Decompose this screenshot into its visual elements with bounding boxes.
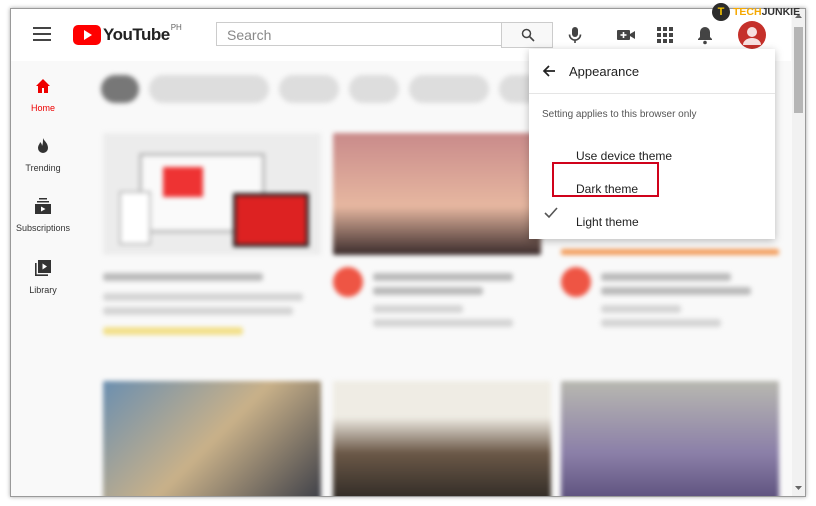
browser-frame: YouTube PH Search Home Trending Subscrip… (10, 8, 806, 497)
create-video-icon[interactable] (616, 25, 636, 45)
video-meta (601, 305, 681, 313)
video-thumbnail[interactable] (333, 381, 551, 496)
video-meta (373, 305, 463, 313)
fire-icon (38, 138, 48, 153)
channel-avatar[interactable] (333, 267, 363, 297)
logo-text: YouTube (103, 25, 170, 44)
watermark-text-tech: TECH (733, 6, 762, 18)
sidebar-item-label: Home (30, 103, 55, 113)
watermark-text-junkie: JUNKIE (761, 6, 801, 18)
library-icon (35, 260, 51, 276)
back-arrow-icon[interactable] (541, 63, 557, 79)
video-title[interactable] (601, 273, 731, 281)
video-meta (103, 307, 293, 315)
video-meta (103, 327, 243, 335)
scroll-down-arrow-icon[interactable] (792, 483, 805, 493)
filter-chip[interactable] (101, 75, 139, 103)
watermark-badge: T (712, 3, 730, 21)
techjunkie-watermark: T TECH JUNKIE (712, 3, 800, 21)
video-thumbnail[interactable] (561, 249, 779, 255)
logo-country-code: PH (170, 23, 182, 32)
filter-chip[interactable] (409, 75, 489, 103)
user-icon (743, 27, 761, 45)
apps-grid-icon[interactable] (655, 25, 675, 45)
channel-avatar[interactable] (561, 267, 591, 297)
microphone-icon[interactable] (565, 25, 585, 45)
youtube-play-icon (73, 25, 101, 45)
sidebar-item-library[interactable]: Library (11, 259, 75, 295)
filter-chip[interactable] (349, 75, 399, 103)
page-scrollbar[interactable] (792, 9, 805, 496)
appearance-menu: Appearance Setting applies to this brows… (529, 49, 775, 239)
hamburger-menu-icon[interactable] (33, 27, 51, 41)
video-title[interactable] (373, 287, 483, 295)
menu-title: Appearance (569, 64, 640, 79)
video-title[interactable] (373, 273, 513, 281)
account-avatar[interactable] (738, 21, 766, 49)
option-use-device-theme[interactable]: Use device theme (576, 149, 672, 163)
video-meta (601, 319, 721, 327)
sidebar-item-label: Subscriptions (15, 223, 71, 233)
divider (529, 93, 775, 94)
notifications-bell-icon[interactable] (695, 25, 715, 45)
video-meta (373, 319, 513, 327)
option-light-theme[interactable]: Light theme (576, 215, 639, 229)
highlight-box (552, 162, 659, 197)
search-icon (521, 28, 535, 42)
sidebar-item-home[interactable]: Home (11, 77, 75, 113)
subscriptions-icon (35, 198, 51, 214)
search-button[interactable] (501, 22, 553, 48)
video-thumbnail[interactable] (103, 133, 321, 255)
youtube-logo[interactable]: YouTube PH (73, 23, 182, 47)
filter-chip[interactable] (279, 75, 339, 103)
video-title[interactable] (601, 287, 751, 295)
video-thumbnail[interactable] (333, 133, 541, 255)
scrollbar-thumb[interactable] (794, 27, 803, 113)
menu-note: Setting applies to this browser only (542, 109, 697, 120)
video-title[interactable] (103, 273, 263, 281)
video-thumbnail[interactable] (103, 381, 321, 496)
video-thumbnail[interactable] (561, 381, 779, 496)
sidebar-item-label: Library (29, 285, 57, 295)
sidebar-item-label: Trending (25, 163, 61, 173)
home-icon (36, 79, 50, 93)
checkmark-icon (544, 207, 558, 219)
sidebar-item-trending[interactable]: Trending (11, 137, 75, 173)
search-input[interactable]: Search (216, 22, 502, 46)
sidebar-item-subscriptions[interactable]: Subscriptions (11, 197, 75, 233)
video-meta (103, 293, 303, 301)
filter-chip[interactable] (149, 75, 269, 103)
